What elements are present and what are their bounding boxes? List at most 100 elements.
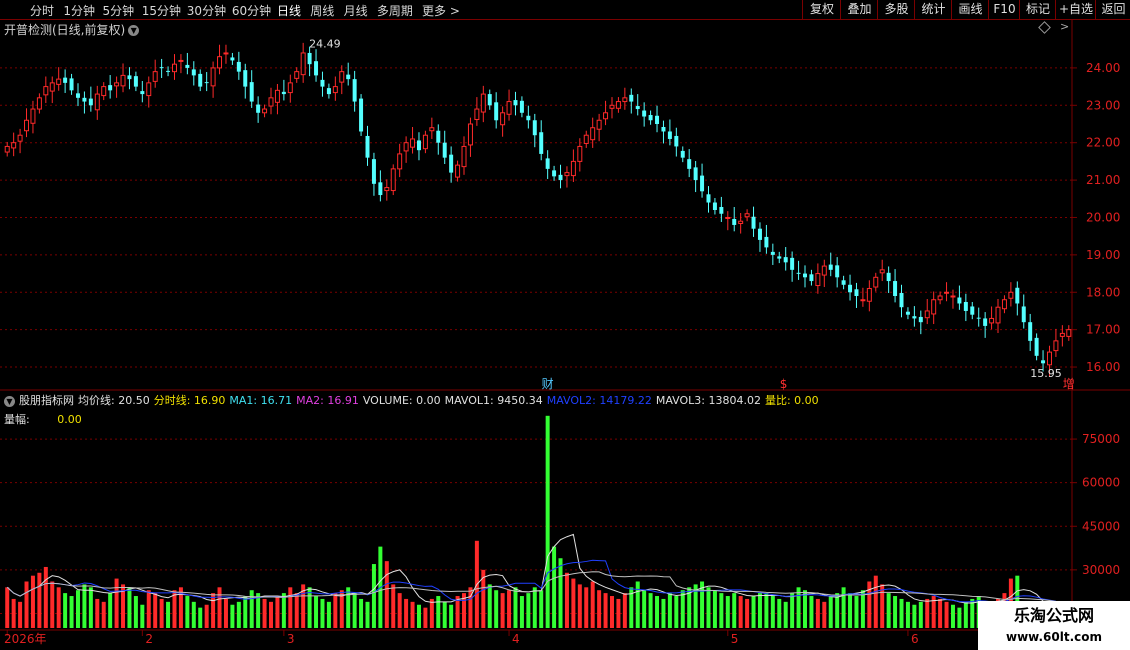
indicator-legend-line2: 量幅: 0.00 [4,411,82,427]
candle-body-60 [390,168,396,192]
event-marker-2: 增 [1063,377,1075,391]
volume-bar-101 [655,596,660,628]
volume-bar-75 [487,584,492,628]
volume-bar-113 [732,593,737,628]
candle-body-0 [4,145,10,153]
indicator-item-4: VOLUME: 0.00 [362,394,441,407]
volume-bar-35 [230,604,235,628]
volume-bar-95 [616,598,621,628]
candle-body-10 [69,78,74,91]
volume-bar-132 [854,596,859,628]
volume-bar-37 [243,596,248,628]
volume-bar-78 [507,590,512,628]
volume-bar-110 [712,590,717,628]
indicator-item-6: MAVOL2: 14179.22 [546,394,652,407]
time-tick-label-4: 5 [731,632,739,646]
candle-body-79 [513,100,518,106]
volume-bar-0 [5,587,10,628]
price-tick-label-6: 18.00 [1086,285,1120,299]
candle-body-137 [886,272,891,282]
volume-bar-146 [944,601,949,628]
price-tick-label-3: 21.00 [1086,173,1120,187]
candle-body-63 [410,138,416,148]
candle-body-14 [94,93,100,111]
candle-body-55 [359,98,364,132]
volume-bar-77 [500,593,505,628]
candle-body-33 [217,56,223,69]
candle-body-126 [815,273,821,287]
candle-body-148 [957,297,962,304]
volume-bar-8 [56,587,61,628]
volume-bar-45 [294,593,299,628]
candle-body-142 [918,316,923,323]
volume-range-value: 0.00 [57,413,82,426]
candle-body-118 [764,236,769,248]
candle-body-31 [204,82,209,84]
volume-bar-67 [436,596,441,628]
volume-bar-104 [674,596,679,628]
candle-body-6 [43,86,49,96]
candle-body-72 [467,123,473,146]
volume-bar-139 [899,598,904,628]
volume-bar-133 [860,590,865,628]
candle-body-151 [976,317,981,319]
candle-body-141 [912,316,917,319]
volume-bar-31 [204,604,209,628]
volume-bar-149 [963,601,968,628]
price-tick-label-1: 23.00 [1086,98,1120,112]
candle-body-30 [198,73,203,87]
candle-body-15 [101,86,107,97]
candle-body-12 [82,97,87,102]
candle-body-113 [732,218,737,225]
candle-body-103 [667,131,672,139]
candle-body-88 [570,160,576,177]
candle-body-86 [558,174,563,181]
volume-bar-49 [320,598,325,628]
candle-body-41 [268,97,274,107]
candle-body-131 [848,284,853,293]
candle-body-13 [88,98,93,106]
volume-bar-121 [783,601,788,628]
candle-body-134 [866,288,872,302]
indicator-name: 股朋指标网 [19,394,74,407]
candle-body-4 [30,108,36,124]
candle-body-119 [770,251,775,255]
price-tick-label-7: 17.00 [1086,323,1120,337]
candle-body-164 [1059,332,1065,337]
candle-body-144 [931,299,937,315]
candle-body-155 [1001,299,1007,310]
volume-bar-15 [101,601,106,628]
time-tick-label-3: 4 [512,632,520,646]
mavol1-line [6,533,1057,614]
candle-body-150 [970,306,975,315]
candle-body-129 [835,265,840,278]
candle-body-120 [777,256,782,259]
volume-bar-7 [50,581,55,628]
volume-bar-109 [706,587,711,628]
volume-bar-28 [185,596,190,628]
volume-bar-124 [803,590,807,628]
indicator-chevron-icon[interactable]: ▼ [4,395,15,407]
volume-bar-38 [249,590,254,628]
volume-bar-17 [114,578,119,628]
volume-bar-87 [564,572,569,628]
candle-body-71 [461,145,467,168]
watermark-url: www.60lt.com [1005,630,1103,644]
candle-body-157 [1015,287,1020,304]
candle-body-147 [950,295,956,298]
volume-bar-148 [957,607,962,628]
candle-body-94 [609,104,615,109]
candle-body-69 [449,154,454,173]
indicator-legend: ▼ 股朋指标网 均价线: 20.50 分时线: 16.90 MA1: 16.71 MA2:… [4,392,823,408]
candle-body-53 [346,74,351,80]
mavol2-line [6,559,1057,603]
candle-body-93 [603,112,609,120]
volume-bar-96 [622,593,627,628]
candle-body-2 [17,134,23,142]
volume-bar-42 [275,596,280,628]
candle-body-152 [983,318,988,326]
candle-body-117 [757,228,762,240]
volume-bar-76 [494,590,499,628]
volume-bar-102 [661,598,666,628]
candle-body-23 [152,71,158,82]
